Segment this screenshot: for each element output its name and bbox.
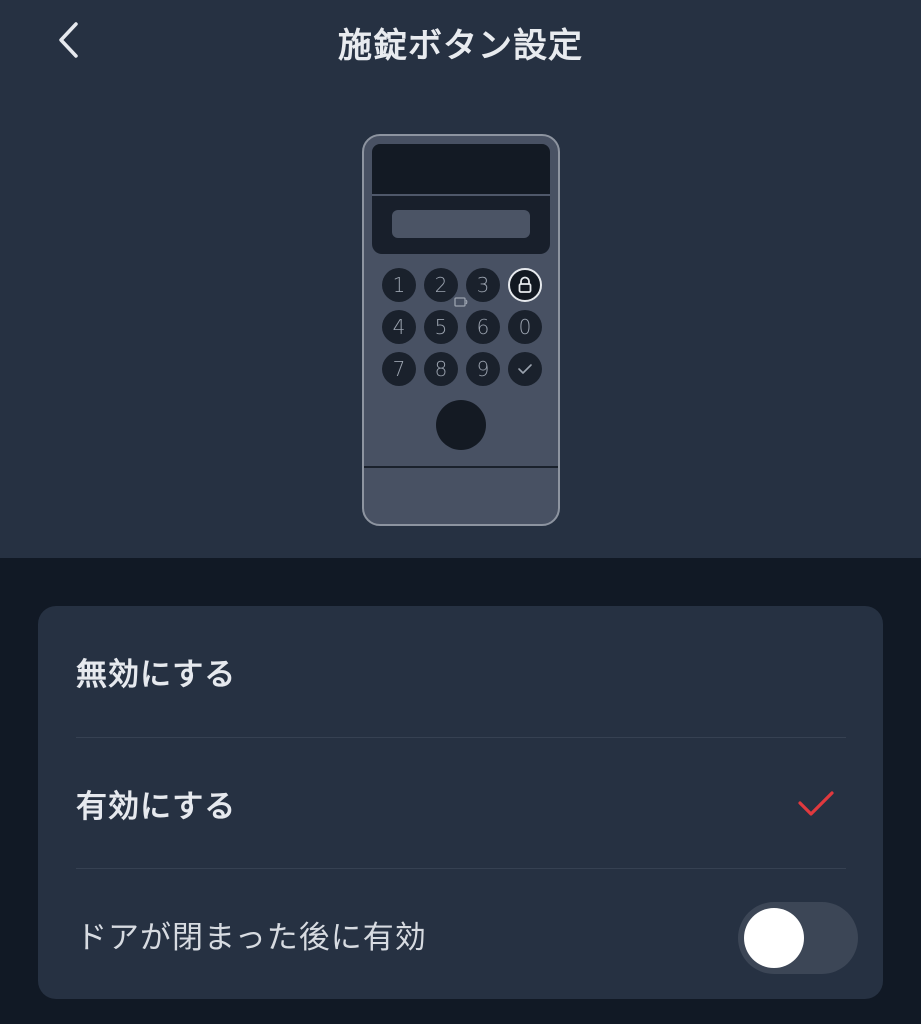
device-top-panel (372, 144, 550, 194)
key-2: 2 (424, 268, 458, 302)
page-title: 施錠ボタン設定 (338, 26, 583, 66)
toggle-knob (744, 908, 804, 968)
device-display (372, 194, 550, 254)
device-preview-section: 施錠ボタン設定 1 2 3 4 5 6 0 7 8 9 (0, 0, 921, 558)
key-8: 8 (424, 352, 458, 386)
lock-icon (518, 276, 532, 293)
key-9: 9 (466, 352, 500, 386)
key-5: 5 (424, 310, 458, 344)
confirm-key (508, 352, 542, 386)
key-3: 3 (466, 268, 500, 302)
option-enable[interactable]: 有効にする (76, 738, 846, 868)
key-1: 1 (382, 268, 416, 302)
option-after-door-close: ドアが閉まった後に有効 (76, 869, 846, 999)
check-icon (798, 791, 834, 816)
key-7: 7 (382, 352, 416, 386)
device-lcd (392, 210, 530, 238)
key-4: 4 (382, 310, 416, 344)
check-icon (518, 364, 532, 374)
device-divider (364, 466, 558, 468)
lock-key (508, 268, 542, 302)
after-door-close-label: ドアが閉まった後に有効 (76, 919, 427, 956)
after-door-close-toggle[interactable] (738, 902, 858, 974)
keypad-device-illustration: 1 2 3 4 5 6 0 7 8 9 (362, 134, 560, 526)
fingerprint-sensor (436, 400, 486, 450)
lock-button-options-card: 無効にする 有効にする ドアが閉まった後に有効 (38, 606, 883, 999)
option-enable-label: 有効にする (76, 788, 237, 825)
key-6: 6 (466, 310, 500, 344)
key-0: 0 (508, 310, 542, 344)
option-disable-label: 無効にする (76, 656, 237, 693)
option-disable[interactable]: 無効にする (76, 606, 846, 736)
nfc-card-icon (454, 297, 468, 307)
